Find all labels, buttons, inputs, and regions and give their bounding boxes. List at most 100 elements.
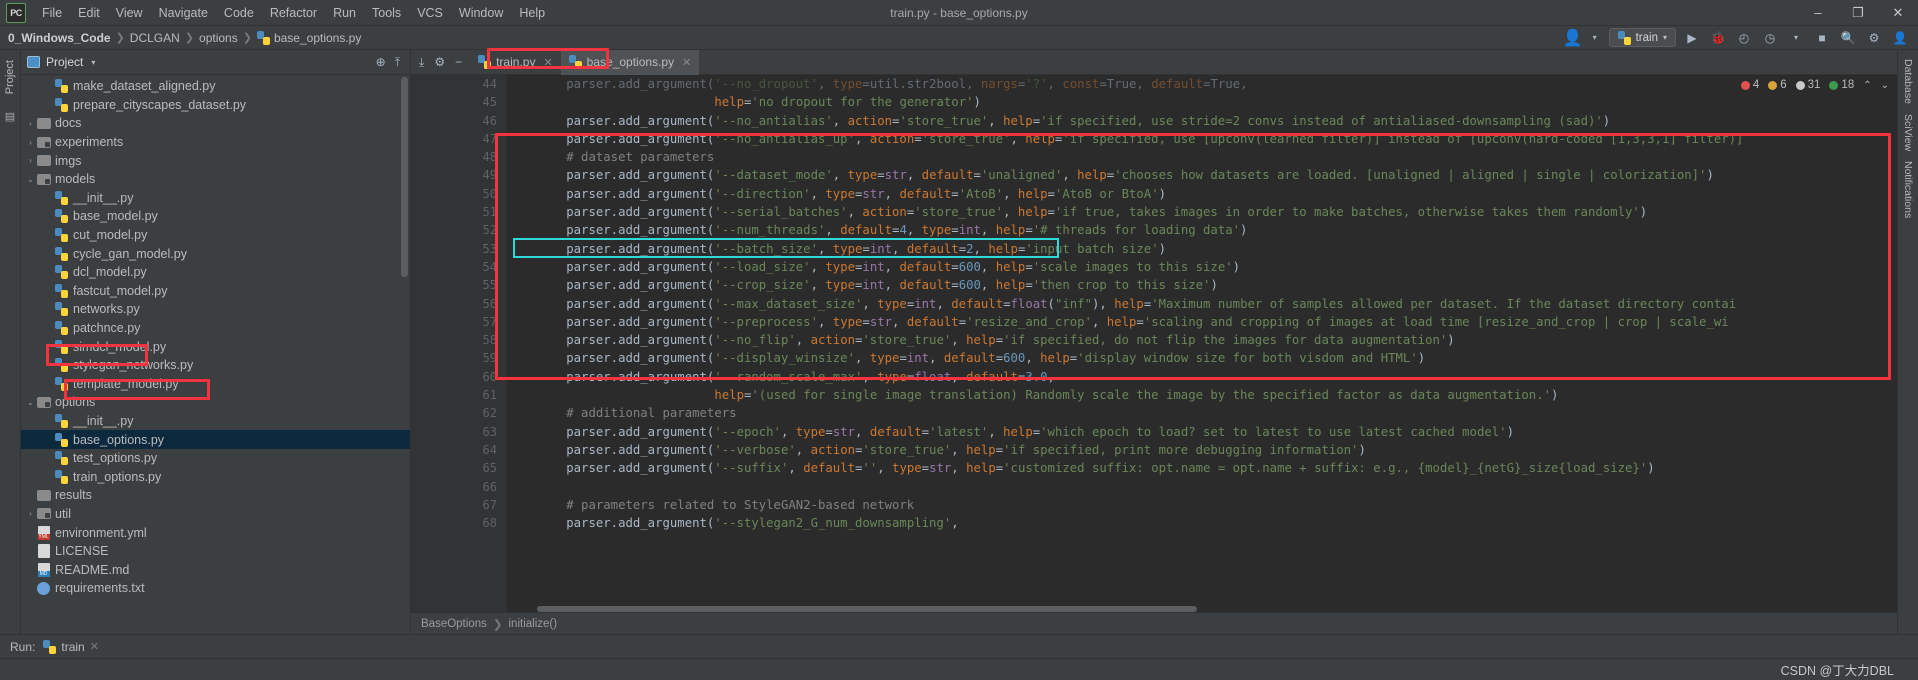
tree-item-models[interactable]: ⌄ models [21, 170, 410, 189]
tree-item-simdcl-model-py[interactable]: simdcl_model.py [21, 337, 410, 356]
tree-item-util[interactable]: › util [21, 505, 410, 524]
code-line[interactable]: parser.add_argument('--batch_size', type… [507, 240, 1897, 258]
tree-item-test-options-py[interactable]: test_options.py [21, 449, 410, 468]
code-line[interactable]: parser.add_argument('--verbose', action=… [507, 441, 1897, 459]
collapse-all-icon[interactable]: ⤒ [395, 55, 400, 70]
code-line[interactable]: parser.add_argument('--serial_batches', … [507, 203, 1897, 221]
stop-button[interactable]: ■ [1812, 28, 1832, 47]
tool-window-database-tab[interactable]: Database [1900, 54, 1916, 109]
code-text[interactable]: parser.add_argument('--no_dropout', type… [507, 75, 1897, 612]
menu-navigate[interactable]: Navigate [151, 3, 216, 23]
profile-button[interactable]: ◷ [1760, 28, 1780, 47]
close-icon[interactable]: ✕ [90, 640, 99, 653]
tree-item-base-model-py[interactable]: base_model.py [21, 207, 410, 226]
structure-icon[interactable]: ▤ [5, 110, 15, 123]
tree-item-cut-model-py[interactable]: cut_model.py [21, 226, 410, 245]
code-line[interactable]: parser.add_argument('--direction', type=… [507, 185, 1897, 203]
tree-item-dcl-model-py[interactable]: dcl_model.py [21, 263, 410, 282]
search-icon[interactable]: 🔍 [1838, 28, 1858, 47]
code-editor[interactable]: 44 45 46 47 48 49 50 51 52 53 54 55 56 57 58 59 60 61 62 63… [411, 75, 1897, 612]
breadcrumb-project[interactable]: 0_Windows_Code [8, 31, 111, 45]
tree-item-options[interactable]: ⌄ options [21, 393, 410, 412]
tree-item-requirements-txt[interactable]: requirements.txt [21, 579, 410, 598]
tool-window-sciview-tab[interactable]: SciView [1900, 109, 1916, 156]
code-breadcrumb-class[interactable]: BaseOptions [421, 618, 487, 630]
tree-item-cycle-gan-model-py[interactable]: cycle_gan_model.py [21, 244, 410, 263]
tree-item-patchnce-py[interactable]: patchnce.py [21, 319, 410, 338]
code-line[interactable]: parser.add_argument('--no_dropout', type… [507, 75, 1897, 93]
tool-window-project-tab[interactable]: Project [2, 54, 18, 100]
menu-code[interactable]: Code [216, 3, 262, 23]
run-configuration-selector[interactable]: train ▾ [1608, 28, 1676, 47]
tree-item-experiments[interactable]: › experiments [21, 133, 410, 152]
tree-item-license[interactable]: LICENSE [21, 542, 410, 561]
tree-item-readme-md[interactable]: MD README.md [21, 560, 410, 579]
weak-warning-badge[interactable]: 31 [1795, 79, 1820, 91]
locate-file-icon[interactable]: ⊕ [376, 55, 386, 69]
next-problem-icon[interactable]: ⌄ [1881, 80, 1889, 91]
project-file-tree[interactable]: make_dataset_aligned.py prepare_cityscape… [21, 75, 410, 634]
menu-vcs[interactable]: VCS [409, 3, 451, 23]
breadcrumb-dclgan[interactable]: DCLGAN [130, 31, 180, 45]
menu-run[interactable]: Run [325, 3, 364, 23]
menu-file[interactable]: File [34, 3, 70, 23]
tree-item-results[interactable]: results [21, 486, 410, 505]
code-line[interactable]: parser.add_argument('--crop_size', type=… [507, 276, 1897, 294]
tree-item-fastcut-model-py[interactable]: fastcut_model.py [21, 282, 410, 301]
tree-item-stylegan-networks-py[interactable]: stylegan_networks.py [21, 356, 410, 375]
tree-item--init-py[interactable]: __init__.py [21, 189, 410, 208]
gear-icon[interactable]: ⚙ [1864, 28, 1884, 47]
horizontal-scrollbar[interactable] [537, 606, 1197, 612]
tree-expand-arrow-icon[interactable]: › [25, 156, 36, 165]
tree-expand-arrow-icon[interactable]: ⌄ [25, 175, 36, 184]
code-line[interactable]: parser.add_argument('--dataset_mode', ty… [507, 166, 1897, 184]
tree-item--init-py[interactable]: __init__.py [21, 412, 410, 431]
tree-item-prepare-cityscapes-dataset-py[interactable]: prepare_cityscapes_dataset.py [21, 96, 410, 115]
tree-item-environment-yml[interactable]: YML environment.yml [21, 523, 410, 542]
code-line[interactable]: parser.add_argument('--display_winsize',… [507, 349, 1897, 367]
tree-item-docs[interactable]: › docs [21, 114, 410, 133]
menu-view[interactable]: View [108, 3, 151, 23]
close-icon[interactable]: ✕ [543, 56, 552, 69]
code-line[interactable]: help='no dropout for the generator') [507, 93, 1897, 111]
inspections-widget[interactable]: 4 6 31 18 ⌃ ⌄ [1740, 79, 1889, 91]
tree-item-train-options-py[interactable]: train_options.py [21, 467, 410, 486]
gear-icon[interactable]: ⚙ [434, 55, 445, 69]
run-tab-train[interactable]: train ✕ [43, 639, 99, 654]
editor-tab-train[interactable]: train.py ✕ [470, 50, 561, 75]
code-line[interactable]: parser.add_argument('--no_antialias', ac… [507, 112, 1897, 130]
menu-refactor[interactable]: Refactor [262, 3, 325, 23]
expand-collapse-icon[interactable]: ⤓ [419, 55, 424, 70]
code-line[interactable]: parser.add_argument('--no_antialias_up',… [507, 130, 1897, 148]
code-line[interactable]: parser.add_argument('--stylegan2_G_num_d… [507, 514, 1897, 532]
breadcrumb-options[interactable]: options [199, 31, 238, 45]
close-icon[interactable]: ✕ [682, 56, 691, 69]
menu-help[interactable]: Help [511, 3, 553, 23]
tool-window-notifications-tab[interactable]: Notifications [1900, 156, 1916, 223]
close-button[interactable]: ✕ [1878, 0, 1918, 26]
code-line[interactable]: parser.add_argument('--random_scale_max'… [507, 368, 1897, 386]
tree-item-make-dataset-aligned-py[interactable]: make_dataset_aligned.py [21, 77, 410, 96]
previous-problem-icon[interactable]: ⌃ [1863, 80, 1871, 91]
breadcrumb-base-options[interactable]: base_options.py [256, 30, 361, 45]
tree-expand-arrow-icon[interactable]: › [25, 138, 36, 147]
code-line[interactable]: parser.add_argument('--load_size', type=… [507, 258, 1897, 276]
coverage-button[interactable]: ◴ [1734, 28, 1754, 47]
maximize-button[interactable]: ❐ [1838, 0, 1878, 26]
code-line[interactable]: # additional parameters [507, 404, 1897, 422]
editor-tab-base-options[interactable]: base_options.py ✕ [560, 49, 700, 75]
code-line[interactable]: parser.add_argument('--preprocess', type… [507, 313, 1897, 331]
code-line[interactable]: parser.add_argument('--epoch', type=str,… [507, 423, 1897, 441]
user-icon[interactable]: 👤 [1890, 28, 1910, 47]
menu-edit[interactable]: Edit [70, 3, 108, 23]
chevron-down-icon[interactable]: ▾ [91, 58, 95, 67]
tree-item-template-model-py[interactable]: template_model.py [21, 375, 410, 394]
code-breadcrumb-method[interactable]: initialize() [509, 618, 558, 630]
code-line[interactable]: parser.add_argument('--suffix', default=… [507, 459, 1897, 477]
tree-expand-arrow-icon[interactable]: › [25, 119, 36, 128]
typo-badge[interactable]: 18 [1829, 79, 1854, 91]
run-button[interactable]: ▶ [1682, 28, 1702, 47]
warning-badge[interactable]: 6 [1768, 79, 1787, 91]
error-badge[interactable]: 4 [1740, 79, 1759, 91]
code-line[interactable]: parser.add_argument('--num_threads', def… [507, 221, 1897, 239]
